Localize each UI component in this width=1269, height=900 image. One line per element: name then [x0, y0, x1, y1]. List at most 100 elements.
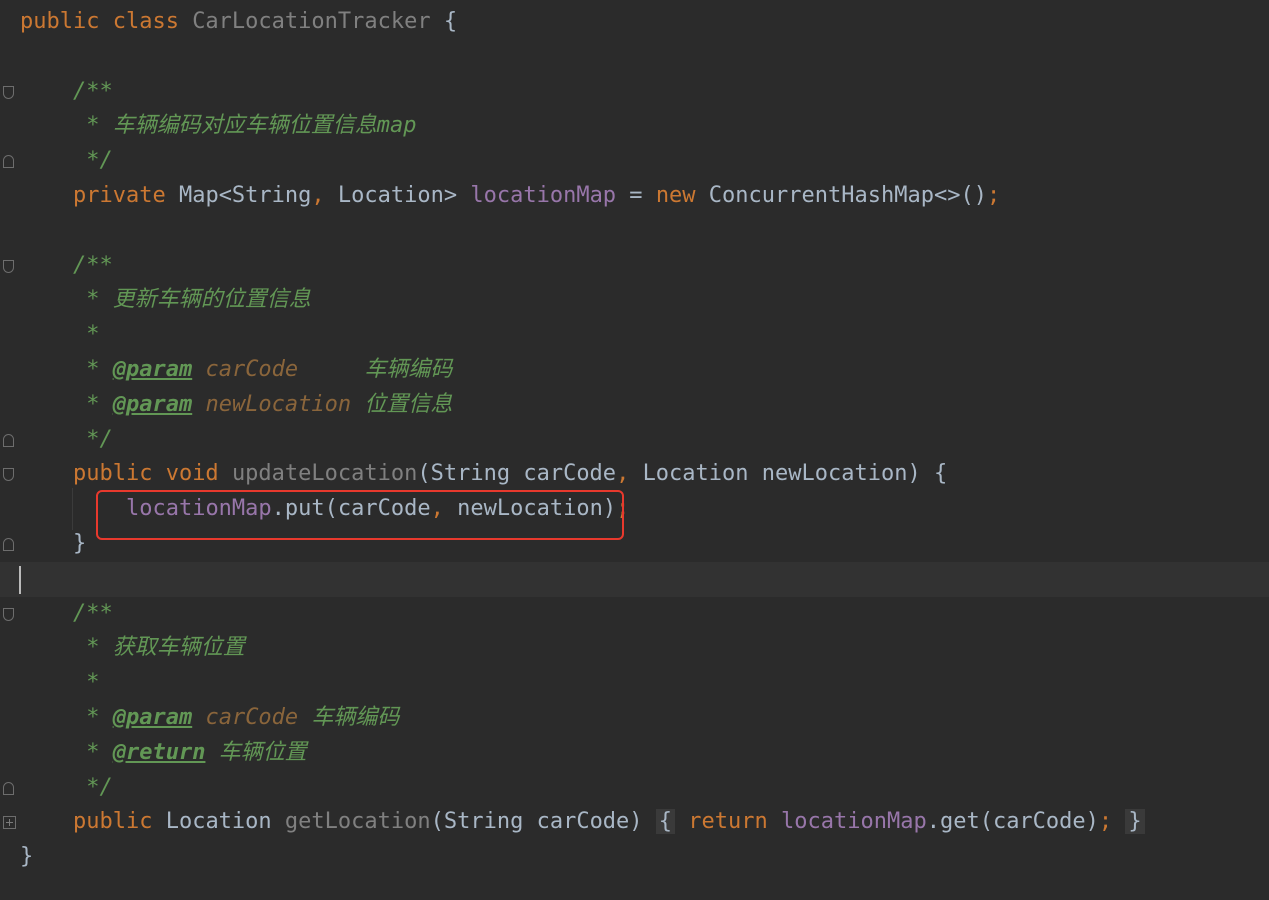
code-line[interactable]: * [0, 318, 1269, 353]
code-line[interactable]: private Map<String, Location> locationMa… [0, 179, 1269, 214]
code-line[interactable]: * 更新车辆的位置信息 [0, 283, 1269, 318]
code-token: * 车辆编码对应车辆位置信息map [20, 113, 417, 139]
code-token: * [20, 705, 113, 730]
code-token: @param [112, 391, 193, 417]
code-line[interactable]: * @param carCode 车辆编码 [0, 701, 1269, 736]
code-line[interactable]: * @param carCode 车辆编码 [0, 353, 1269, 388]
code-line[interactable]: /** [0, 249, 1269, 284]
code-token: , [616, 461, 643, 487]
code-line-text: * [20, 666, 99, 701]
code-token: */ [20, 774, 113, 800]
fold-toggle-icon[interactable] [3, 538, 14, 551]
code-line[interactable]: * [0, 666, 1269, 701]
code-line-text: /** [20, 75, 113, 110]
code-token: 位置信息 [351, 391, 453, 417]
code-token: ; [1098, 809, 1113, 835]
code-line-text: * @param carCode 车辆编码 [20, 701, 399, 736]
code-line[interactable]: public class CarLocationTracker { [0, 5, 1269, 40]
code-line[interactable]: */ [0, 423, 1269, 458]
code-token: newLocation [205, 391, 352, 417]
code-line-text: */ [20, 144, 113, 179]
code-line[interactable]: */ [0, 771, 1269, 806]
code-token: public class [20, 9, 193, 34]
fold-toggle-icon[interactable] [3, 607, 14, 621]
code-token: , [311, 183, 338, 208]
code-line-text: * 车辆编码对应车辆位置信息map [20, 109, 416, 144]
fold-toggle-icon[interactable] [3, 781, 14, 795]
code-token: public [72, 809, 166, 835]
code-token: carCode [205, 357, 299, 382]
code-token: getLocation [284, 809, 431, 835]
fold-toggle-icon[interactable] [3, 816, 16, 830]
code-token: Map<String [178, 183, 312, 208]
code-line-text: } [20, 840, 33, 875]
code-token: { [430, 9, 458, 34]
code-line-text: * 更新车辆的位置信息 [20, 283, 311, 318]
fold-toggle-icon[interactable] [3, 433, 14, 447]
code-line-text: public class CarLocationTracker { [20, 5, 457, 40]
code-token: Location newLocation) { [642, 461, 948, 487]
code-token: /** [20, 600, 113, 626]
code-line[interactable]: * @param newLocation 位置信息 [0, 388, 1269, 423]
fold-toggle-icon[interactable] [3, 85, 14, 99]
code-line-text: */ [20, 423, 113, 458]
code-line[interactable]: * 车辆编码对应车辆位置信息map [0, 109, 1269, 144]
code-line[interactable]: */ [0, 144, 1269, 179]
code-token: carCode [205, 705, 299, 730]
highlight-annotation-box [96, 490, 624, 540]
code-line[interactable]: /** [0, 597, 1269, 632]
code-token: } [20, 844, 34, 870]
code-token: * [20, 357, 113, 382]
code-token: new [655, 183, 709, 208]
code-token: private [72, 183, 179, 208]
code-editor[interactable]: public class CarLocationTracker { /** * … [0, 0, 1269, 900]
code-token: (String carCode [417, 461, 617, 487]
code-line[interactable] [0, 214, 1269, 249]
code-token: CarLocationTracker [192, 9, 431, 34]
code-token: locationMap [470, 183, 617, 208]
code-line-text: * 获取车辆位置 [20, 631, 245, 666]
code-line[interactable]: * @return 车辆位置 [0, 736, 1269, 771]
code-line-text: * @return 车辆位置 [20, 736, 307, 771]
code-token: @param [112, 705, 193, 730]
code-token: ConcurrentHashMap<>() [708, 183, 987, 208]
code-token: return [688, 809, 782, 835]
code-line-text: * [20, 318, 99, 353]
fold-toggle-icon[interactable] [3, 468, 14, 482]
code-token: * [20, 391, 113, 417]
code-line-text: * @param carCode 车辆编码 [20, 353, 452, 388]
code-token: 车辆编码 [298, 357, 453, 382]
code-token: = [616, 183, 656, 208]
code-line-text: public Location getLocation(String carCo… [20, 805, 1145, 840]
code-token: locationMap [781, 809, 927, 835]
code-token: 车辆编码 [298, 705, 400, 730]
code-line[interactable]: public void updateLocation(String carCod… [0, 457, 1269, 492]
code-line[interactable]: } [0, 840, 1269, 875]
code-token: .get(carCode) [926, 809, 1099, 835]
code-line[interactable]: /** [0, 75, 1269, 110]
code-token: ; [986, 183, 1001, 208]
code-token: /** [20, 252, 113, 278]
code-line[interactable]: * 获取车辆位置 [0, 631, 1269, 666]
code-token: updateLocation [231, 461, 418, 487]
code-line-text: public void updateLocation(String carCod… [20, 457, 947, 492]
text-caret [19, 566, 21, 594]
indent-guide [72, 488, 73, 530]
code-token: * [20, 739, 113, 765]
code-token: 车辆位置 [205, 739, 307, 765]
fold-toggle-icon[interactable] [3, 259, 14, 273]
code-line[interactable] [0, 40, 1269, 75]
code-token: (String carCode) [430, 809, 656, 835]
code-line-text: } [20, 527, 86, 562]
code-line[interactable]: public Location getLocation(String carCo… [0, 805, 1269, 840]
fold-toggle-icon[interactable] [3, 155, 14, 169]
code-line[interactable] [0, 561, 1269, 597]
code-line-text: * @param newLocation 位置信息 [20, 388, 452, 423]
